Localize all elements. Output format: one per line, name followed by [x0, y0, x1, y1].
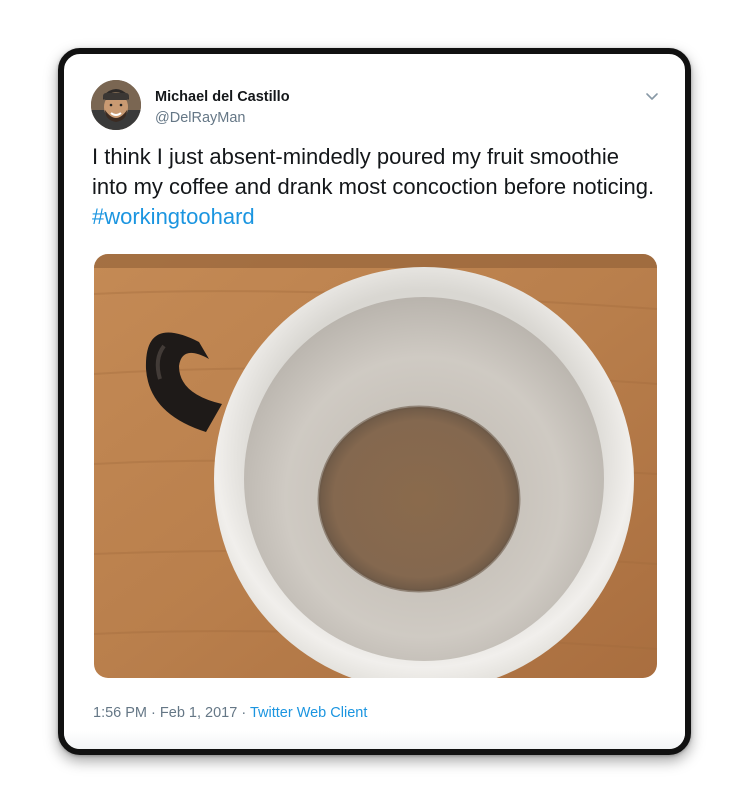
- tweet-meta: 1:56 PM · Feb 1, 2017 · Twitter Web Clie…: [93, 705, 367, 721]
- hashtag-link[interactable]: #workingtoohard: [92, 204, 255, 229]
- card-footer-fade: [64, 731, 685, 749]
- avatar[interactable]: [91, 80, 141, 130]
- meta-separator: ·: [151, 705, 156, 721]
- tweet-photo[interactable]: [94, 254, 657, 678]
- tweet-date[interactable]: Feb 1, 2017: [160, 705, 237, 721]
- coffee-mug-photo: [94, 254, 657, 678]
- author-handle[interactable]: @DelRayMan: [155, 110, 245, 126]
- tweet-source-link[interactable]: Twitter Web Client: [250, 705, 367, 721]
- chevron-down-icon[interactable]: [642, 86, 662, 106]
- tweet-time[interactable]: 1:56 PM: [93, 705, 147, 721]
- meta-separator: ·: [241, 705, 247, 721]
- tweet-body: I think I just absent-mindedly poured my…: [92, 144, 655, 199]
- tweet-text: I think I just absent-mindedly poured my…: [92, 142, 657, 232]
- avatar-image: [91, 80, 141, 130]
- tweet-card: Michael del Castillo @DelRayMan I think …: [58, 48, 691, 755]
- author-name[interactable]: Michael del Castillo: [155, 89, 290, 105]
